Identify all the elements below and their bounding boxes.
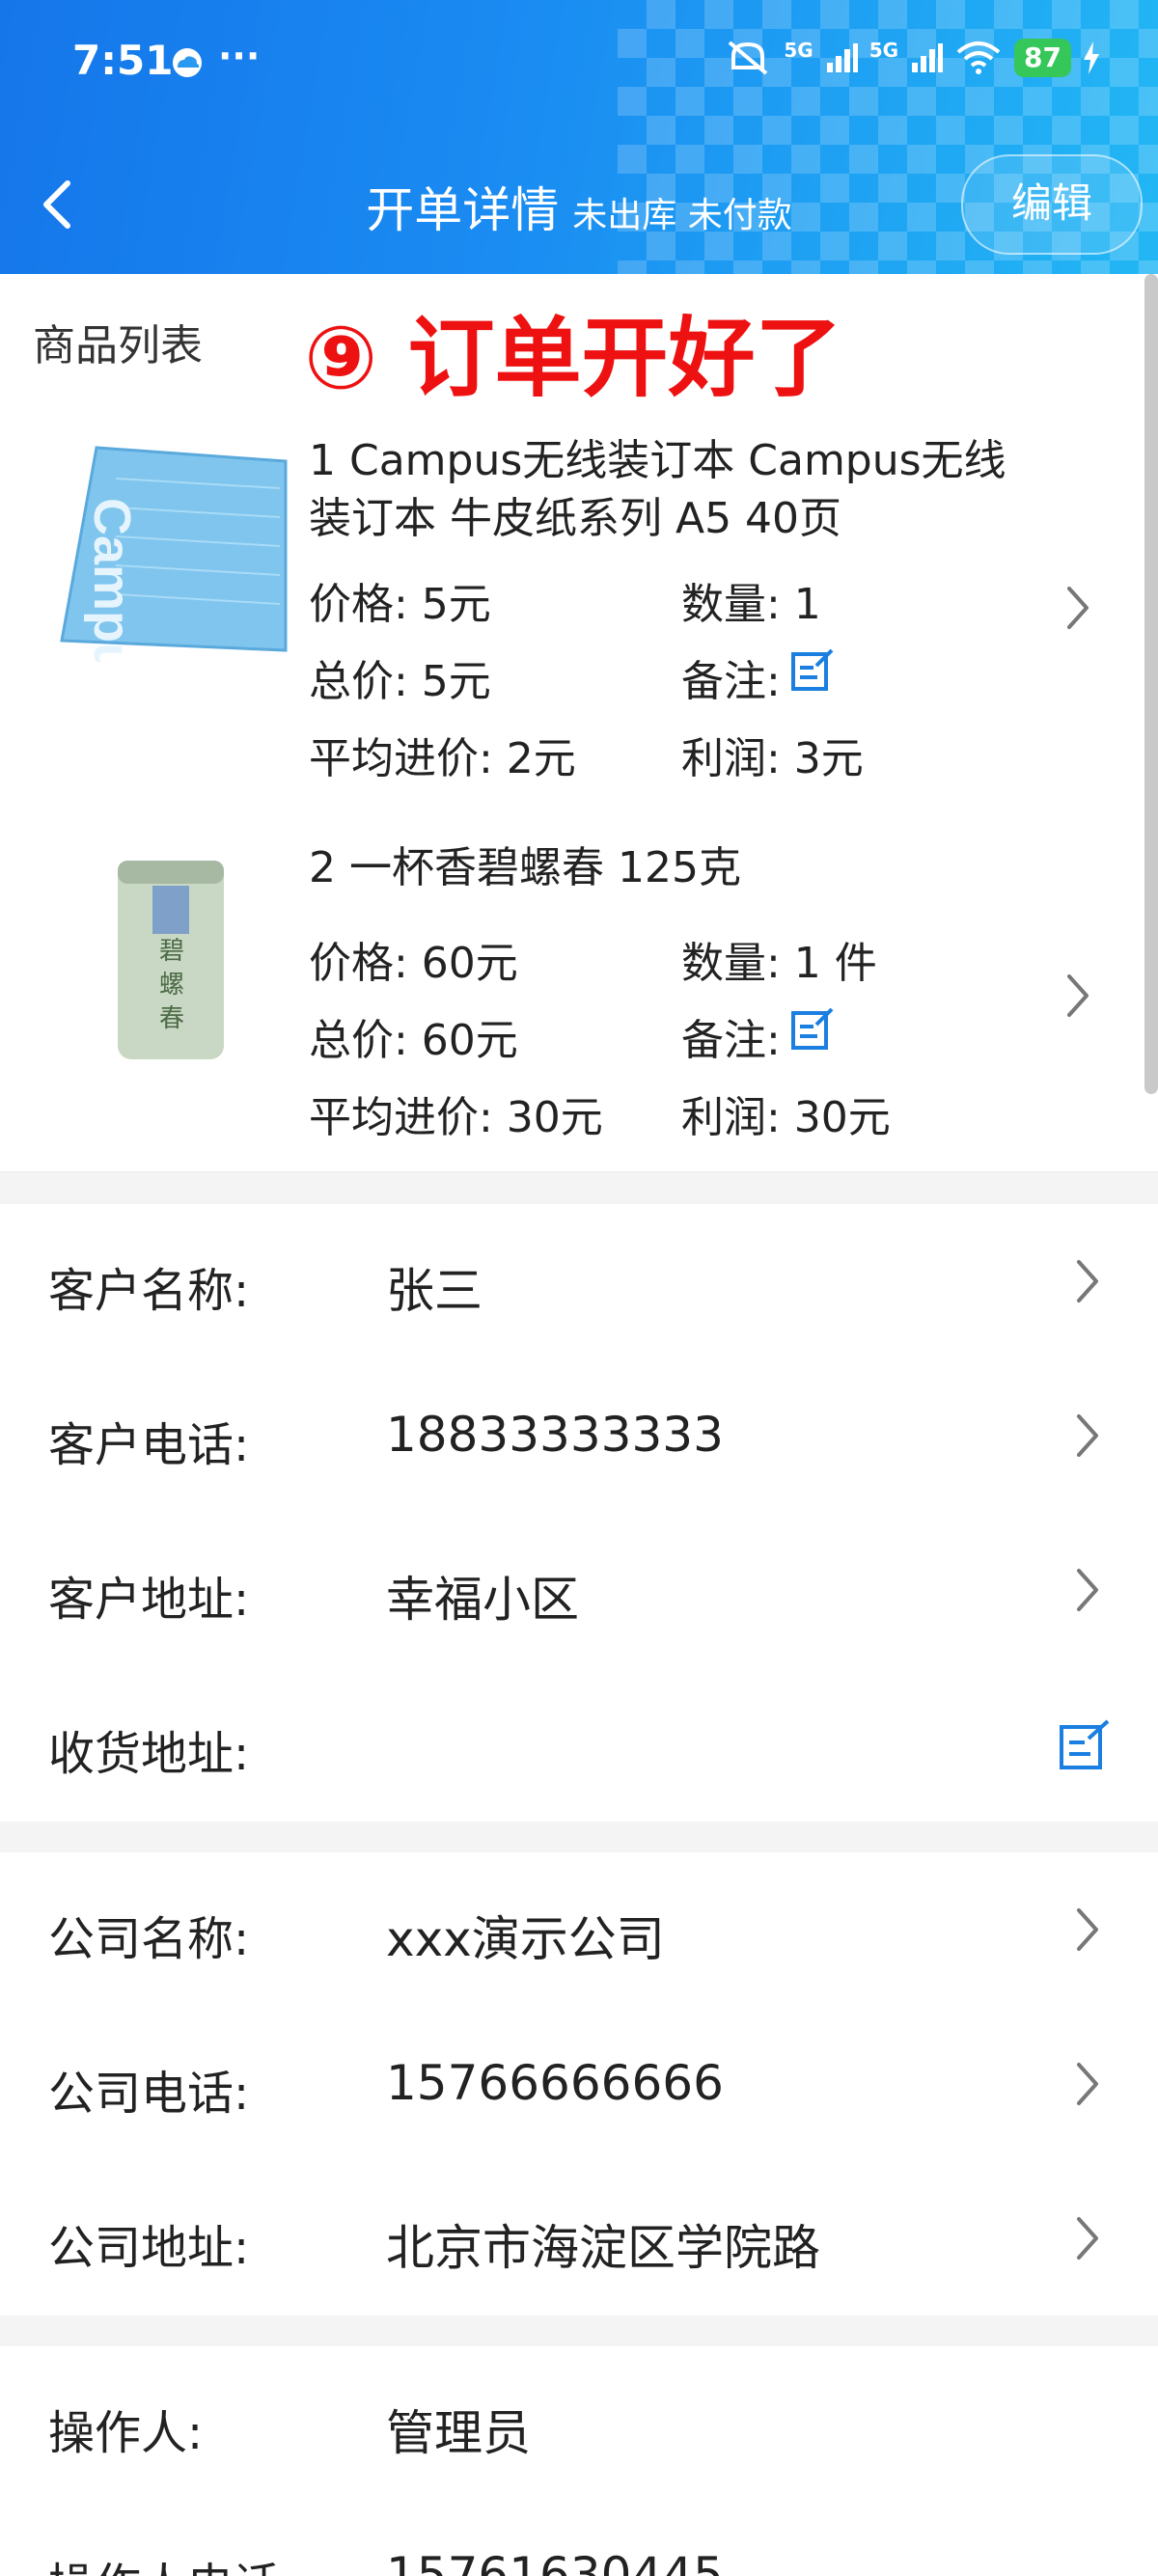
company-phone-row[interactable]: 公司电话: 15766666666 (0, 2007, 1158, 2162)
customer-phone-row[interactable]: 客户电话: 18833333333 (0, 1358, 1158, 1514)
chevron-right-icon[interactable] (1073, 1905, 1102, 1955)
cloud-icon (173, 48, 202, 77)
company-address-row[interactable]: 公司地址: 北京市海淀区学院路 (0, 2161, 1158, 2316)
customer-address-label: 客户地址: (48, 1573, 250, 1627)
status-icons: 5G 5G 87 (724, 39, 1100, 77)
chevron-right-icon[interactable] (1073, 2059, 1102, 2109)
company-name-row[interactable]: 公司名称: xxx演示公司 (0, 1852, 1158, 2008)
note-edit-icon[interactable] (789, 1005, 836, 1052)
customer-name-row[interactable]: 客户名称: 张三 (0, 1204, 1158, 1359)
product-qty: 数量: 1 件 (681, 939, 877, 988)
app-header: 7:51 ··· 5G 5G 87 开单详情 未出库 未付款 编辑 (0, 0, 1158, 274)
product-list-title: 商品列表 (33, 321, 203, 370)
operator-phone-label: 操作人电话: (48, 2547, 295, 2576)
chevron-right-icon[interactable] (1073, 2213, 1102, 2263)
product-profit: 利润: 30元 (681, 1093, 891, 1142)
chevron-right-icon[interactable] (1073, 1256, 1102, 1306)
product-avg-cost: 平均进价: 30元 (309, 1093, 603, 1142)
company-name-value: xxx演示公司 (386, 1911, 665, 1967)
operator-name-row[interactable]: 操作人: 管理员 (0, 2346, 1158, 2502)
operator-phone-value: 15761630445 (386, 2547, 724, 2576)
product-note-label: 备注: (681, 657, 781, 706)
network-5g-1: 5G (784, 39, 813, 62)
product-qty: 数量: 1 (681, 580, 821, 629)
customer-phone-value: 18833333333 (386, 1407, 724, 1463)
status-time: 7:51 (72, 37, 174, 84)
operator-name-label: 操作人: (48, 2406, 204, 2460)
company-phone-label: 公司电话: (48, 2067, 250, 2121)
wifi-icon (956, 41, 1001, 74)
company-phone-value: 15766666666 (386, 2055, 724, 2111)
scrollbar[interactable] (1144, 274, 1158, 1094)
company-address-label: 公司地址: (48, 2221, 250, 2275)
network-5g-2: 5G (868, 39, 899, 62)
product-name: 2 一杯香碧螺春 125克 (309, 843, 741, 892)
annotation-text: ⑨ 订单开好了 (304, 308, 842, 409)
chevron-right-icon[interactable] (1073, 1565, 1102, 1615)
signal-icon-2 (912, 43, 944, 72)
product-item[interactable]: 碧 螺 春 2 一杯香碧螺春 125克 价格: 60元 数量: 1 件 总价: … (0, 814, 1158, 1172)
mute-icon (729, 41, 768, 75)
product-price: 价格: 5元 (309, 580, 491, 629)
svg-text:春: 春 (159, 1004, 184, 1033)
product-name: 1 Campus无线装订本 Campus无线装订本 牛皮纸系列 A5 40页 (309, 436, 1006, 543)
chevron-right-icon[interactable] (1073, 1411, 1102, 1461)
product-thumbnail-tea: 碧 螺 春 (118, 861, 224, 1059)
customer-address-value: 幸福小区 (386, 1572, 579, 1628)
battery-indicator: 87 (1014, 39, 1071, 77)
operator-name-value: 管理员 (386, 2405, 531, 2461)
customer-phone-label: 客户电话: (48, 1418, 250, 1472)
chevron-right-icon[interactable] (1063, 971, 1092, 1021)
product-list-header: 商品列表 ⑨ 订单开好了 (0, 274, 1158, 409)
svg-text:Campus: Campus (83, 498, 141, 662)
status-bar: 7:51 ··· 5G 5G 87 (0, 0, 1158, 135)
note-edit-icon[interactable] (789, 646, 836, 693)
product-total: 总价: 60元 (309, 1016, 518, 1065)
svg-text:螺: 螺 (159, 971, 184, 1000)
signal-icon-1 (826, 43, 858, 72)
operator-phone-row[interactable]: 操作人电话: 15761630445 (0, 2501, 1158, 2576)
edit-button[interactable]: 编辑 (961, 154, 1143, 255)
company-name-label: 公司名称: (48, 1912, 250, 1966)
order-status: 未出库 未付款 (572, 196, 792, 235)
product-thumbnail-notebook: Campus (60, 446, 288, 662)
nav-bar: 开单详情 未出库 未付款 编辑 (0, 135, 1158, 274)
product-avg-cost: 平均进价: 2元 (309, 734, 576, 783)
customer-address-row[interactable]: 客户地址: 幸福小区 (0, 1513, 1158, 1668)
product-item[interactable]: Campus 1 Campus无线装订本 Campus无线装订本 牛皮纸系列 A… (0, 397, 1158, 815)
chevron-right-icon[interactable] (1063, 583, 1092, 633)
product-total: 总价: 5元 (309, 657, 491, 706)
customer-name-value: 张三 (386, 1263, 482, 1319)
shipping-address-label: 收货地址: (48, 1727, 250, 1781)
svg-text:碧: 碧 (159, 937, 184, 966)
product-note-label: 备注: (681, 1016, 781, 1065)
charging-icon (1084, 41, 1099, 74)
edit-address-icon[interactable] (1058, 1717, 1112, 1771)
product-profit: 利润: 3元 (681, 734, 864, 783)
more-notifications-icon: ··· (218, 35, 261, 77)
product-price: 价格: 60元 (309, 939, 518, 988)
page-title: 开单详情 (366, 182, 560, 238)
customer-name-label: 客户名称: (48, 1264, 250, 1318)
company-address-value: 北京市海淀区学院路 (386, 2220, 820, 2276)
shipping-address-row[interactable]: 收货地址: (0, 1667, 1158, 1822)
